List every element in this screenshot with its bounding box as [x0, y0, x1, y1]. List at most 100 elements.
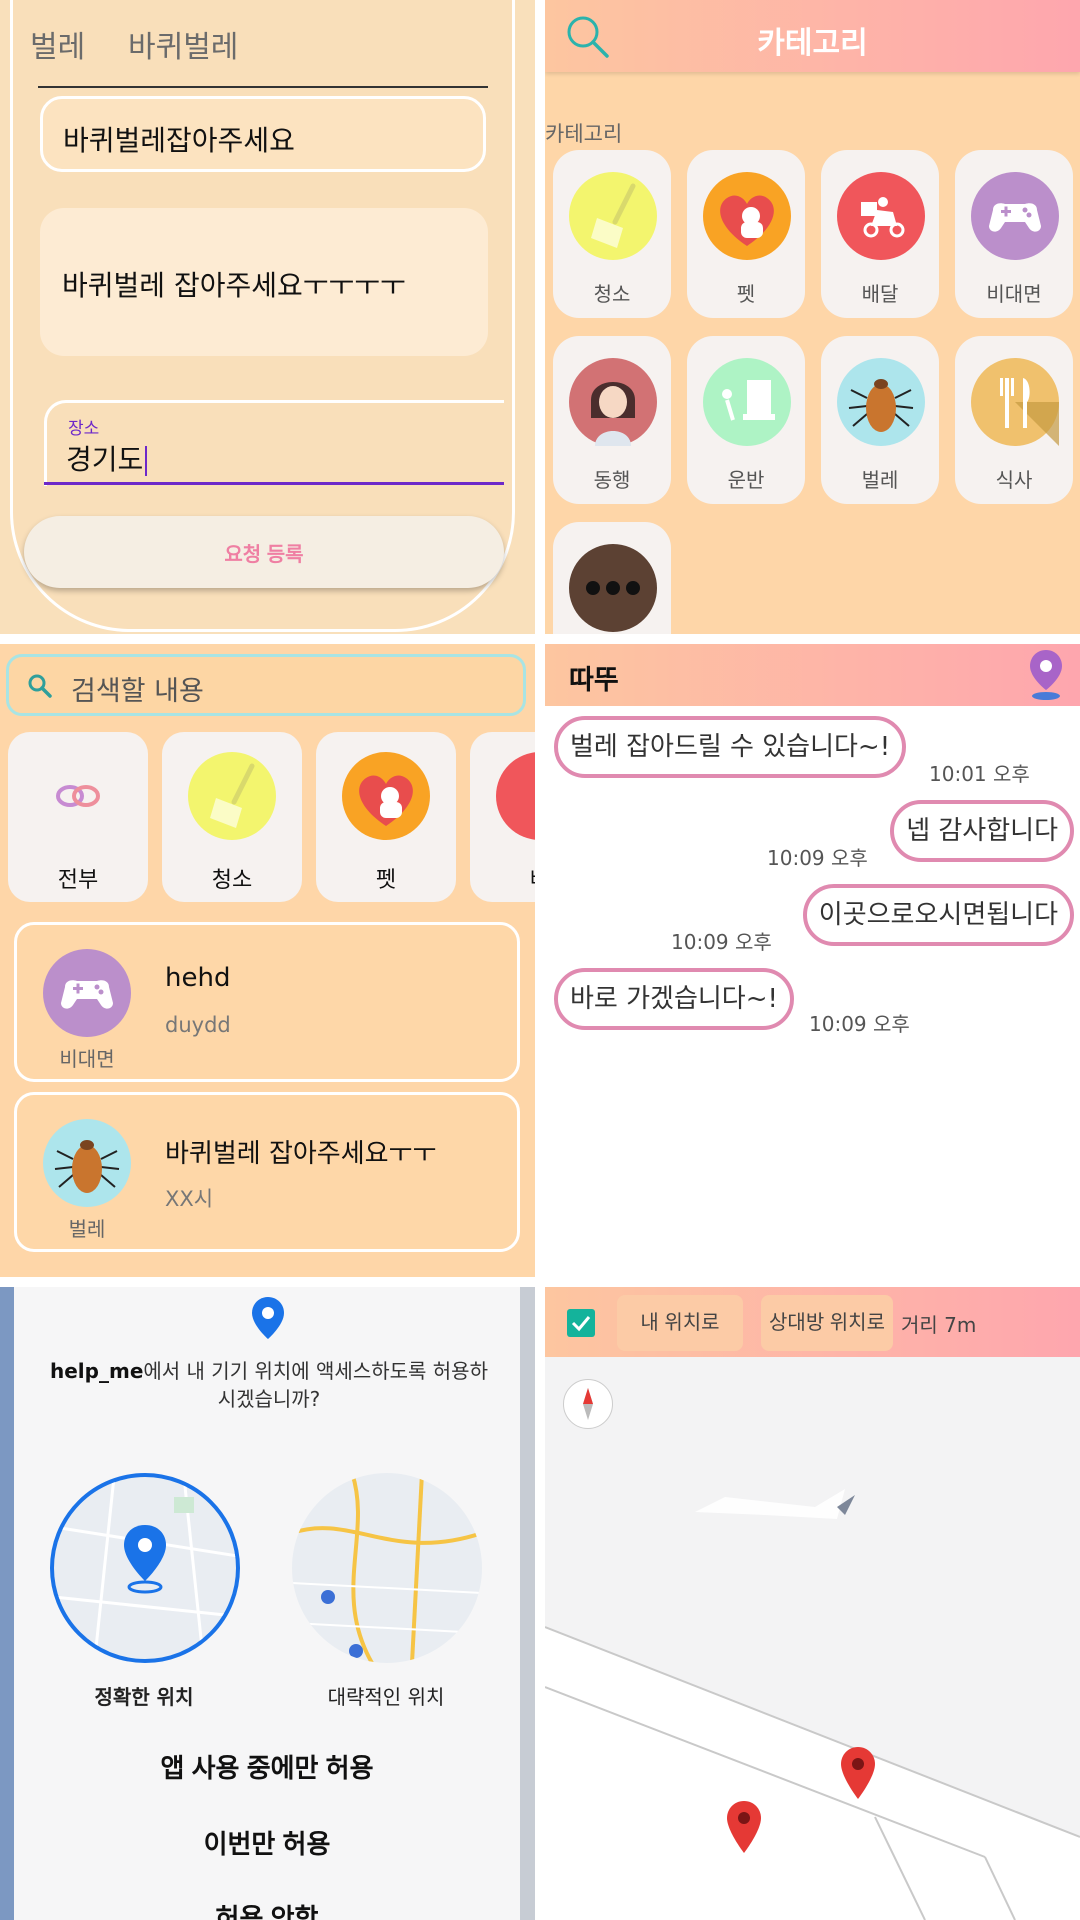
- location-field-value-wrap[interactable]: 경기도: [66, 438, 148, 478]
- location-field-value: 경기도: [66, 443, 144, 476]
- filter-all[interactable]: 전부: [8, 732, 148, 902]
- filter-label: 청소: [211, 868, 253, 893]
- message-bubble: 벌레 잡아드릴 수 있습니다~!: [554, 716, 907, 778]
- category-section-label: 카테고리: [545, 122, 623, 146]
- category-more[interactable]: [553, 522, 671, 634]
- category-label: 청소: [593, 282, 631, 306]
- companion-woman-icon: [569, 358, 657, 446]
- submit-request-button[interactable]: 요청 등록: [24, 516, 504, 588]
- title-field[interactable]: 바퀴벌레잡아주세요: [40, 96, 486, 172]
- location-field-underline: [44, 482, 504, 485]
- approximate-location-option[interactable]: [292, 1473, 482, 1663]
- precise-location-label: 정확한 위치: [94, 1685, 194, 1709]
- search-icon: [28, 674, 52, 698]
- category-label: 펫: [736, 282, 756, 306]
- app-name: help_me: [50, 1359, 144, 1383]
- map-marker-icon[interactable]: [839, 1745, 877, 1801]
- delivery-scooter-icon: [837, 172, 925, 260]
- filter-pet[interactable]: 펫: [316, 732, 456, 902]
- category-pet[interactable]: 펫: [687, 150, 805, 318]
- follow-checkbox[interactable]: [567, 1309, 595, 1337]
- message-text: 넵 감사합니다: [906, 816, 1058, 846]
- message-text: 바로 가겠습니다~!: [570, 984, 778, 1014]
- permission-question: help_me에서 내 기기 위치에 액세스하도록 허용하시겠습니까?: [44, 1357, 494, 1413]
- category-moving[interactable]: 운반: [687, 336, 805, 504]
- allow-while-using-button[interactable]: 앱 사용 중에만 허용: [14, 1747, 520, 1786]
- map-view[interactable]: [545, 1357, 1080, 1920]
- filter-delivery[interactable]: 배: [470, 732, 535, 902]
- filter-label: 전부: [57, 868, 99, 893]
- precise-map-icon: [54, 1477, 236, 1659]
- category-header-title: 카테고리: [757, 26, 868, 61]
- category-remote[interactable]: 비대면: [955, 150, 1073, 318]
- permission-question-text: 에서 내 기기 위치에 액세스하도록 허용하시겠습니까?: [143, 1359, 488, 1411]
- category-header: 카테고리: [545, 0, 1080, 72]
- gamepad-icon: [971, 172, 1059, 260]
- description-field-value: 바퀴벌레 잡아주세요ㅜㅜㅜㅜ: [62, 269, 406, 302]
- approximate-map-icon: [292, 1473, 482, 1663]
- broom-icon: [569, 172, 657, 260]
- list-item-subtitle: duydd: [165, 1013, 231, 1037]
- category-meal[interactable]: 식사: [955, 336, 1073, 504]
- message-bubble: 이곳으로오시면됩니다: [802, 884, 1074, 946]
- list-item[interactable]: 비대면 hehd duydd: [14, 922, 520, 1082]
- tag-cockroach[interactable]: 바퀴벌레: [128, 22, 238, 66]
- list-item-subtitle: XX시: [165, 1187, 214, 1211]
- request-form-panel: 벌레 바퀴벌레 바퀴벌레잡아주세요 바퀴벌레 잡아주세요ㅜㅜㅜㅜ 장소 경기도 …: [0, 0, 535, 634]
- submit-request-label: 요청 등록: [224, 543, 304, 566]
- map-marker-icon[interactable]: [725, 1799, 763, 1855]
- category-cleaning[interactable]: 청소: [553, 150, 671, 318]
- title-field-value: 바퀴벌레잡아주세요: [63, 124, 295, 157]
- message-time: 10:09 오후: [767, 846, 868, 870]
- pet-heart-icon: [342, 752, 430, 840]
- moving-cart-icon: [703, 358, 791, 446]
- message-bubble: 바로 가겠습니다~!: [554, 968, 794, 1030]
- map-background: [520, 1287, 535, 1920]
- delivery-scooter-icon: [496, 752, 535, 840]
- map-toolbar: 내 위치로 상대방 위치로 거리 7m: [545, 1287, 1080, 1357]
- location-pin-icon[interactable]: [1028, 648, 1064, 702]
- message-time: 10:01 오후: [929, 762, 1030, 786]
- message-text: 벌레 잡아드릴 수 있습니다~!: [570, 732, 891, 762]
- my-location-button[interactable]: 내 위치로: [617, 1295, 743, 1351]
- list-item[interactable]: 벌레 바퀴벌레 잡아주세요ㅜㅜ XX시: [14, 1092, 520, 1252]
- category-label: 동행: [593, 468, 631, 492]
- message-bubble: 넵 감사합니다: [890, 800, 1074, 862]
- chat-partner-name: 따뚜: [569, 665, 619, 696]
- category-label: 식사: [995, 468, 1033, 492]
- location-pin-icon: [252, 1297, 284, 1339]
- link-rings-icon: [34, 752, 122, 840]
- search-input[interactable]: 검색할 내용: [6, 654, 526, 716]
- fork-knife-icon: [971, 358, 1059, 446]
- gamepad-icon: [43, 949, 131, 1037]
- permission-dialog: help_me에서 내 기기 위치에 액세스하도록 허용하시겠습니까? 정확한 …: [14, 1287, 520, 1920]
- category-label: 배달: [861, 282, 899, 306]
- panel-divider: [0, 1277, 1080, 1287]
- allow-once-button[interactable]: 이번만 허용: [14, 1823, 520, 1862]
- filter-cleaning[interactable]: 청소: [162, 732, 302, 902]
- category-bug[interactable]: 벌레: [821, 336, 939, 504]
- more-dots-icon: [569, 544, 657, 632]
- bug-icon: [43, 1119, 131, 1207]
- divider: [38, 86, 488, 88]
- list-item-title: hehd: [165, 963, 231, 993]
- category-label: 운반: [727, 468, 765, 492]
- broom-icon: [188, 752, 276, 840]
- location-permission-panel: help_me에서 내 기기 위치에 액세스하도록 허용하시겠습니까? 정확한 …: [0, 1287, 535, 1920]
- message-time: 10:09 오후: [671, 930, 772, 954]
- checkmark-icon: [571, 1316, 591, 1332]
- partner-location-button[interactable]: 상대방 위치로: [761, 1295, 893, 1351]
- tag-bug[interactable]: 벌레: [30, 22, 85, 66]
- chat-header: 따뚜: [545, 644, 1080, 706]
- category-companion[interactable]: 동행: [553, 336, 671, 504]
- list-item-category: 비대면: [59, 1047, 115, 1071]
- category-delivery[interactable]: 배달: [821, 150, 939, 318]
- precise-location-option[interactable]: [50, 1473, 240, 1663]
- distance-label: 거리 7m: [901, 1313, 977, 1337]
- description-field[interactable]: 바퀴벌레 잡아주세요ㅜㅜㅜㅜ: [40, 208, 488, 356]
- approximate-location-label: 대략적인 위치: [327, 1685, 445, 1709]
- message-time: 10:09 오후: [809, 1012, 910, 1036]
- bug-icon: [837, 358, 925, 446]
- deny-button[interactable]: 허용 안함: [14, 1897, 520, 1920]
- compass-icon[interactable]: [563, 1379, 613, 1429]
